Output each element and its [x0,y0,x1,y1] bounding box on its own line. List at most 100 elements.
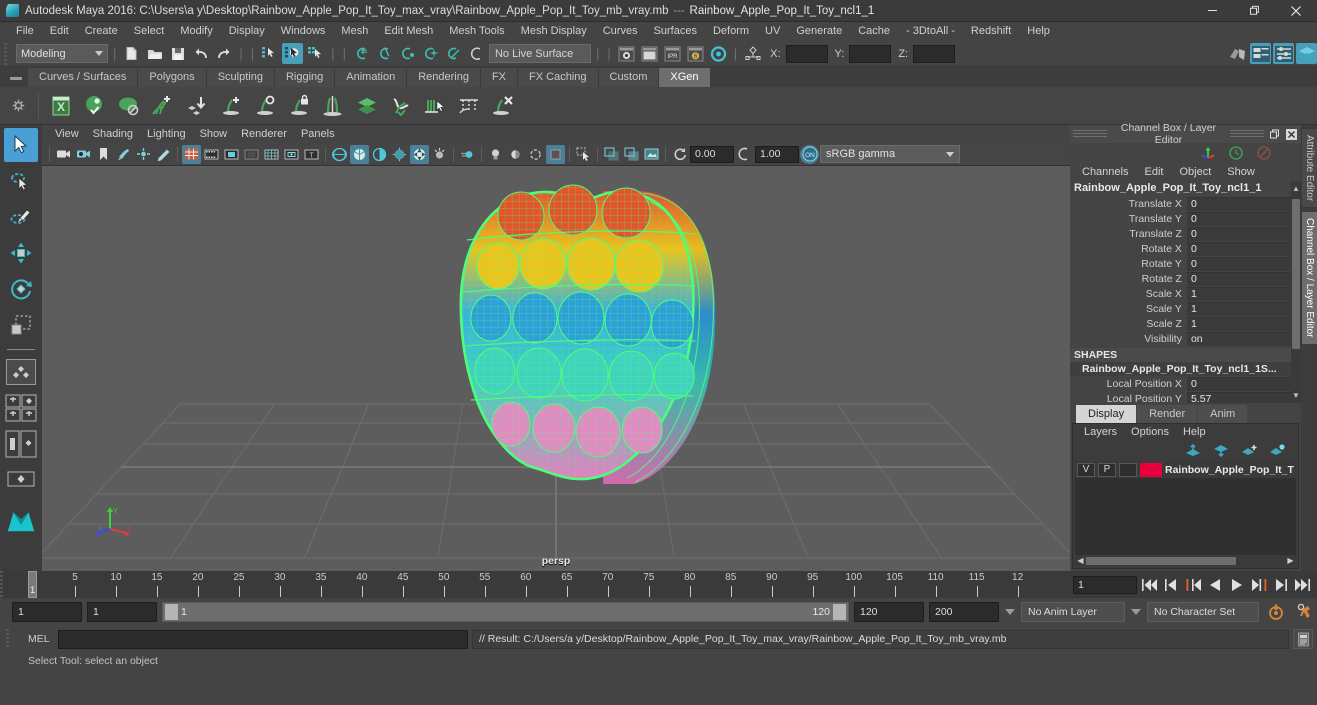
xgen-noise-icon[interactable] [385,90,417,122]
step-forward-key-button[interactable] [1271,575,1291,595]
play-backwards-button[interactable] [1205,575,1225,595]
save-scene-icon[interactable] [167,43,188,64]
viewport-3d[interactable]: Y x z persp [42,166,1070,571]
attr-value[interactable]: 0 [1186,271,1301,286]
minimize-button[interactable] [1191,0,1233,22]
quad-layout-button[interactable] [4,355,38,389]
xgen-region-icon[interactable] [249,90,281,122]
render-current-frame-icon[interactable] [616,43,637,64]
render-settings-icon[interactable]: 6 [685,43,706,64]
layer-visibility-toggle[interactable]: V [1077,462,1095,477]
make-live-icon[interactable] [466,43,487,64]
no-tool-icon[interactable] [1254,143,1275,164]
axis-z-field[interactable] [913,44,956,63]
layer-list-hscrollbar[interactable]: ◀ ▶ [1075,555,1296,566]
snap-to-point-icon[interactable] [397,43,418,64]
time-cursor[interactable]: 1 [28,571,37,598]
ambient-light-icon[interactable] [486,145,505,164]
grid-toggle-icon[interactable] [182,144,201,164]
shelf-tab-curves-surfaces[interactable]: Curves / Surfaces [28,68,139,87]
scroll-thumb[interactable] [1086,556,1236,565]
smooth-shade-all-icon[interactable] [350,144,369,164]
character-set-dropdown-arrow[interactable] [1130,602,1142,622]
xgen-part-icon[interactable] [317,90,349,122]
attr-value[interactable]: 0 [1186,241,1301,256]
smooth-shade-selected-icon[interactable] [370,145,389,164]
menuset-dropdown[interactable]: Modeling [16,44,108,63]
grease-pencil-icon[interactable] [154,145,173,164]
attr-value[interactable]: 1 [1186,286,1301,301]
select-by-component-icon[interactable] [305,43,326,64]
shelf-options-gear-icon[interactable] [4,91,32,121]
menu-create[interactable]: Create [77,22,126,41]
animation-preferences-icon[interactable] [1293,600,1317,624]
viewport-menu-lighting[interactable]: Lighting [140,125,193,143]
snap-to-grid-icon[interactable] [351,43,372,64]
scroll-left-arrow-icon[interactable]: ◀ [1075,556,1086,565]
attr-value[interactable]: 0 [1186,196,1301,211]
channelbox-menu-channels[interactable]: Channels [1074,163,1136,181]
menu-redshift[interactable]: Redshift [963,22,1019,41]
shelf-tab-custom[interactable]: Custom [598,68,660,87]
layer-color-swatch[interactable] [1140,462,1162,477]
refresh-exposure-icon[interactable] [670,145,689,164]
viewport-menu-renderer[interactable]: Renderer [234,125,294,143]
menu-deform[interactable]: Deform [705,22,757,41]
layer-tab-render[interactable]: Render [1137,405,1198,423]
layer-tab-anim[interactable]: Anim [1198,405,1248,423]
menu-edit-mesh[interactable]: Edit Mesh [376,22,441,41]
step-back-frame-button[interactable] [1183,575,1203,595]
xgen-length-add-icon[interactable] [215,90,247,122]
script-editor-button[interactable] [1293,629,1313,649]
new-render-view-icon[interactable] [602,145,621,164]
snap-to-view-plane-icon[interactable] [443,43,464,64]
hypergraph-layout-button[interactable] [4,463,38,497]
vtab-attribute-editor[interactable]: Attribute Editor [1300,128,1317,209]
camera-attributes-icon[interactable] [74,145,93,164]
menu-curves[interactable]: Curves [595,22,646,41]
menu-surfaces[interactable]: Surfaces [646,22,705,41]
undock-panel-button[interactable] [1268,128,1281,141]
menu-modify[interactable]: Modify [172,22,220,41]
safe-action-icon[interactable] [282,145,301,164]
move-tool-button[interactable] [4,236,38,270]
menu-uv[interactable]: UV [757,22,788,41]
scroll-down-arrow-icon[interactable]: ▼ [1291,390,1301,401]
attr-value[interactable]: 0 [1186,211,1301,226]
select-tool-button[interactable] [4,128,38,162]
shadows-icon[interactable] [410,144,429,164]
xray-joints-icon[interactable] [546,144,565,164]
attr-value[interactable]: 1 [1186,301,1301,316]
new-layer-icon[interactable] [1239,440,1260,461]
shelf-tab-rigging[interactable]: Rigging [274,68,336,87]
shelf-tab-sculpting[interactable]: Sculpting [206,68,275,87]
attr-value[interactable]: 0 [1186,376,1301,391]
xray-icon[interactable] [526,145,545,164]
shelf-tab-rendering[interactable]: Rendering [407,68,481,87]
attr-value[interactable]: on [1186,331,1301,346]
menu-mesh-display[interactable]: Mesh Display [513,22,595,41]
layer-playback-toggle[interactable]: P [1098,462,1116,477]
menu-3dtoall[interactable]: - 3DtoAll - [898,22,963,41]
xgen-comb-select-icon[interactable] [419,90,451,122]
four-view-layout-button[interactable] [4,391,38,425]
layer-list-item[interactable]: V P Rainbow_Apple_Pop_It_T [1075,461,1296,478]
play-forwards-button[interactable] [1227,575,1247,595]
input-output-connections-icon[interactable] [742,43,763,64]
panel-grip-right[interactable] [1229,130,1264,138]
gamma-reset-icon[interactable] [735,145,754,164]
select-camera-icon[interactable] [54,145,73,164]
snap-to-projected-center-icon[interactable] [420,43,441,64]
menu-cache[interactable]: Cache [850,22,898,41]
step-back-key-button[interactable] [1161,575,1181,595]
channel-box-scrollbar[interactable]: ▲ ▼ [1290,181,1301,403]
command-language-label[interactable]: MEL [20,633,54,645]
ipr-render-region-icon[interactable] [642,145,661,164]
menu-help[interactable]: Help [1019,22,1058,41]
close-button[interactable] [1275,0,1317,22]
xgen-add-groomable-icon[interactable] [147,90,179,122]
layer-name[interactable]: Rainbow_Apple_Pop_It_T [1165,464,1294,476]
scroll-thumb[interactable] [1291,199,1300,349]
menu-mesh-tools[interactable]: Mesh Tools [441,22,512,41]
scale-tool-button[interactable] [4,308,38,342]
